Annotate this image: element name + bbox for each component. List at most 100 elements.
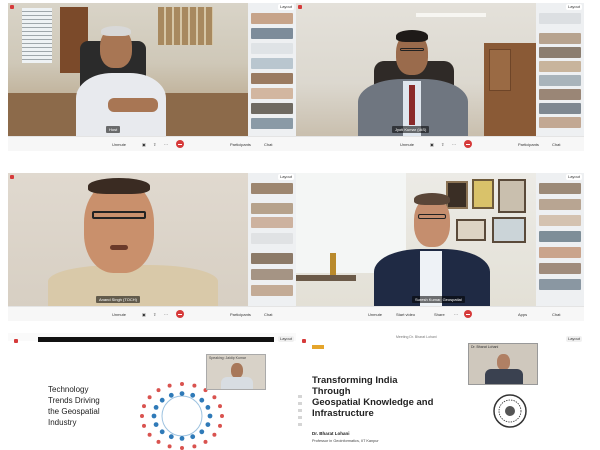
share-icon[interactable]: ⇧ xyxy=(153,311,156,318)
diagram-node xyxy=(180,446,184,450)
share-icon[interactable]: ⇧ xyxy=(441,141,444,148)
diagram-node xyxy=(156,388,161,393)
main-video-feed: Anand Singh (TOCH) xyxy=(8,173,248,306)
participant-thumb[interactable] xyxy=(251,203,293,214)
participant-rail[interactable]: Layout xyxy=(536,173,584,306)
participant-thumb[interactable] xyxy=(251,103,293,114)
diagram-node xyxy=(151,413,157,419)
layout-button[interactable]: Layout xyxy=(565,174,582,180)
leave-meeting-button[interactable] xyxy=(176,310,184,318)
diagram-node xyxy=(199,429,205,435)
participant-thumb[interactable] xyxy=(539,279,581,290)
video-icon[interactable]: ▣ xyxy=(142,141,146,148)
unmute-button[interactable]: Unmute xyxy=(112,311,126,318)
diagram-node xyxy=(180,382,184,386)
participants-button[interactable]: Participants xyxy=(230,141,251,148)
diagram-node xyxy=(147,395,152,400)
unmute-button[interactable]: Unmute xyxy=(112,141,126,148)
participant-thumb[interactable] xyxy=(539,199,581,210)
participant-thumb[interactable] xyxy=(251,183,293,194)
participant-thumb[interactable] xyxy=(539,103,581,114)
ceiling-light xyxy=(416,13,486,17)
wall-frame xyxy=(446,181,468,209)
video-icon[interactable]: ▣ xyxy=(430,141,434,148)
participant-thumb[interactable] xyxy=(539,61,581,72)
chat-button[interactable]: Chat xyxy=(552,141,560,148)
participant-thumb[interactable] xyxy=(251,28,293,39)
participant-thumb[interactable] xyxy=(251,88,293,99)
more-icon[interactable]: ⋯ xyxy=(164,311,168,318)
leave-meeting-button[interactable] xyxy=(176,140,184,148)
more-icon[interactable]: ⋯ xyxy=(164,141,168,148)
diagram-node xyxy=(156,439,161,444)
diagram-node xyxy=(159,429,165,435)
diagram-node xyxy=(203,439,208,444)
apps-button[interactable]: Apps xyxy=(518,311,527,318)
layout-button[interactable]: Layout xyxy=(277,4,294,10)
participant-rail[interactable]: Layout xyxy=(248,3,296,136)
person-tie xyxy=(409,85,415,125)
participant-thumb[interactable] xyxy=(251,233,293,244)
meeting-window-3: Anand Singh (TOCH) Layout Unmute ▣ ⇧ ⋯ P… xyxy=(8,173,296,321)
participant-thumb[interactable] xyxy=(251,43,293,54)
video-icon[interactable]: ▣ xyxy=(142,311,146,318)
participant-thumb[interactable] xyxy=(539,89,581,100)
leave-meeting-button[interactable] xyxy=(464,310,472,318)
participant-thumb[interactable] xyxy=(539,33,581,44)
participant-thumb[interactable] xyxy=(539,215,581,226)
participant-thumb[interactable] xyxy=(251,253,293,264)
participant-thumb[interactable] xyxy=(251,269,293,280)
participant-thumb[interactable] xyxy=(251,73,293,84)
participant-thumb[interactable] xyxy=(251,58,293,69)
slide-title-line: Trends Driving xyxy=(48,396,100,405)
diagram-node xyxy=(218,423,222,428)
participant-thumb[interactable] xyxy=(539,231,581,242)
share-icon[interactable]: ⇧ xyxy=(153,141,156,148)
diagram-node xyxy=(168,392,174,398)
participant-thumb[interactable] xyxy=(251,285,293,296)
person-hair xyxy=(88,178,150,194)
diagram-node xyxy=(190,434,196,440)
cabinet-door xyxy=(489,49,511,91)
chat-button[interactable]: Chat xyxy=(552,311,560,318)
participants-button[interactable]: Participants xyxy=(518,141,539,148)
participant-thumb[interactable] xyxy=(539,183,581,194)
unmute-button[interactable]: Unmute xyxy=(368,311,382,318)
diagram-node xyxy=(192,383,197,388)
participant-thumb[interactable] xyxy=(539,75,581,86)
participant-thumb[interactable] xyxy=(539,247,581,258)
chat-button[interactable]: Chat xyxy=(264,311,272,318)
participant-thumb[interactable] xyxy=(251,13,293,24)
diagram-node xyxy=(190,392,196,398)
participant-thumb[interactable] xyxy=(539,13,581,24)
layout-button[interactable]: Layout xyxy=(565,336,582,342)
layout-button[interactable]: Layout xyxy=(277,336,294,342)
leave-meeting-button[interactable] xyxy=(464,140,472,148)
diagram-node xyxy=(205,405,211,410)
diagram-node xyxy=(142,423,146,428)
slide-title-line: the Geospatial xyxy=(48,407,100,416)
diagram-node xyxy=(167,444,172,449)
diagram-node xyxy=(220,414,224,418)
more-icon[interactable]: ⋯ xyxy=(454,311,458,318)
presenter-name-tag: Speaking: Jaidip Kumar xyxy=(209,356,246,360)
participant-thumb[interactable] xyxy=(539,263,581,274)
layout-button[interactable]: Layout xyxy=(565,4,582,10)
unmute-button[interactable]: Unmute xyxy=(400,141,414,148)
participant-thumb[interactable] xyxy=(251,217,293,228)
participant-thumb[interactable] xyxy=(251,118,293,129)
participant-rail[interactable]: Layout xyxy=(536,3,584,136)
chat-button[interactable]: Chat xyxy=(264,141,272,148)
participant-thumb[interactable] xyxy=(539,117,581,128)
participants-button[interactable]: Participants xyxy=(230,311,251,318)
participant-rail[interactable]: Layout xyxy=(248,173,296,306)
start-video-button[interactable]: Start video xyxy=(396,311,415,318)
side-toolbar[interactable] xyxy=(298,395,302,429)
participant-thumb[interactable] xyxy=(539,47,581,58)
layout-button[interactable]: Layout xyxy=(277,174,294,180)
more-icon[interactable]: ⋯ xyxy=(452,141,456,148)
diagram-node xyxy=(212,395,217,400)
participant-nameplate: Host xyxy=(106,126,121,133)
main-video-feed: Host xyxy=(8,3,248,136)
share-button[interactable]: Share xyxy=(434,311,445,318)
